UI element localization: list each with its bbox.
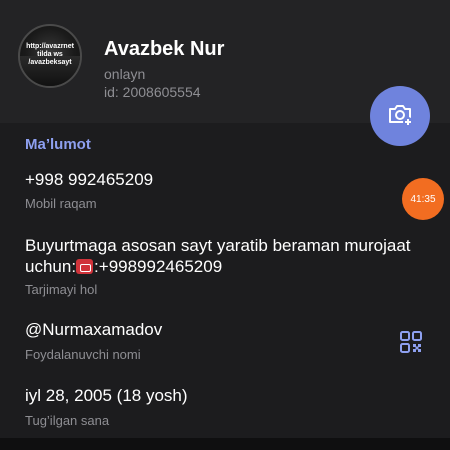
qr-code-icon [400, 331, 422, 357]
section-title-info: Ma’lumot [25, 136, 91, 153]
user-id: id: 2008605554 [104, 84, 201, 100]
camera-add-icon [386, 100, 414, 133]
avatar[interactable]: http://avazrnet tilda ws /avazbeksayt [18, 24, 82, 88]
avatar-text: http://avazrnet tilda ws /avazbeksayt [26, 43, 74, 66]
online-status: onlayn [104, 66, 146, 82]
phone-number[interactable]: +998 992465209 [25, 170, 153, 190]
telephone-emoji-icon [76, 259, 94, 274]
set-photo-button[interactable] [370, 86, 430, 146]
phone-label: Mobil raqam [25, 196, 97, 211]
bio-label: Tarjimayi hol [25, 282, 98, 297]
birthday: iyl 28, 2005 (18 yosh) [25, 386, 188, 405]
birthday-label: Tug’ilgan sana [25, 413, 110, 428]
bio-text[interactable]: Buyurtmaga asosan sayt yaratib beraman m… [25, 235, 435, 277]
username[interactable]: @Nurmaxamadov [25, 320, 162, 340]
username-label: Foydalanuvchi nomi [25, 347, 141, 362]
profile-name: Avazbek Nur [104, 38, 225, 60]
bottom-bar [0, 438, 450, 450]
bio-phone[interactable]: :+998992465209 [94, 257, 222, 276]
qr-code-button[interactable] [400, 331, 422, 353]
timer-badge[interactable]: 41:35 [402, 178, 444, 220]
